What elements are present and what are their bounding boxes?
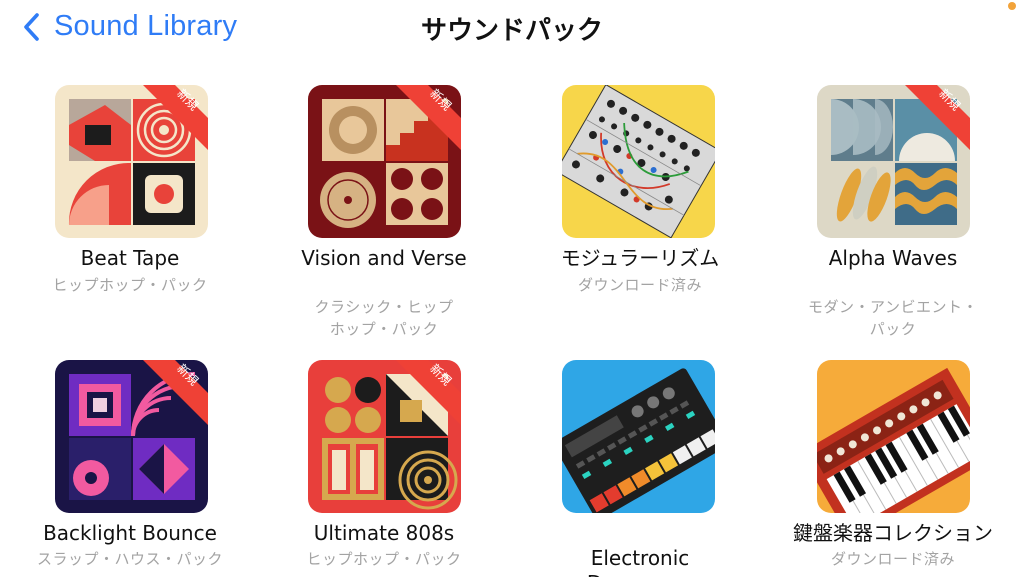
electronic-drummers-artwork: [562, 360, 715, 513]
pack-card-backlight-bounce[interactable]: 新規 Backlight Bounce スラップ・ハウス・パック: [2, 0, 258, 577]
pack-name: Backlight Bounce: [43, 521, 217, 545]
pack-name: Electronic Drummers: [512, 521, 768, 577]
backlight-bounce-artwork: 新規: [55, 360, 208, 513]
pack-card-ultimate-808s[interactable]: 新規 Ultimate 808s ヒップホップ・パック: [256, 0, 512, 577]
pack-name-text: Electronic Drummers: [587, 546, 693, 577]
pack-subtitle: ダウンロード済み: [830, 550, 955, 568]
pack-card-electronic-drummers[interactable]: Electronic Drummers: [512, 0, 768, 577]
keyboard-collection-artwork: [817, 360, 970, 513]
pack-name: Ultimate 808s: [313, 521, 455, 545]
pack-name: 鍵盤楽器コレクション: [793, 521, 993, 545]
pack-subtitle: ヒップホップ・パック: [306, 550, 462, 568]
pack-subtitle: スラップ・ハウス・パック: [36, 550, 223, 568]
pack-card-keyboard-collection[interactable]: 鍵盤楽器コレクション ダウンロード済み: [765, 0, 1021, 577]
ultimate-808s-artwork: 新規: [308, 360, 461, 513]
